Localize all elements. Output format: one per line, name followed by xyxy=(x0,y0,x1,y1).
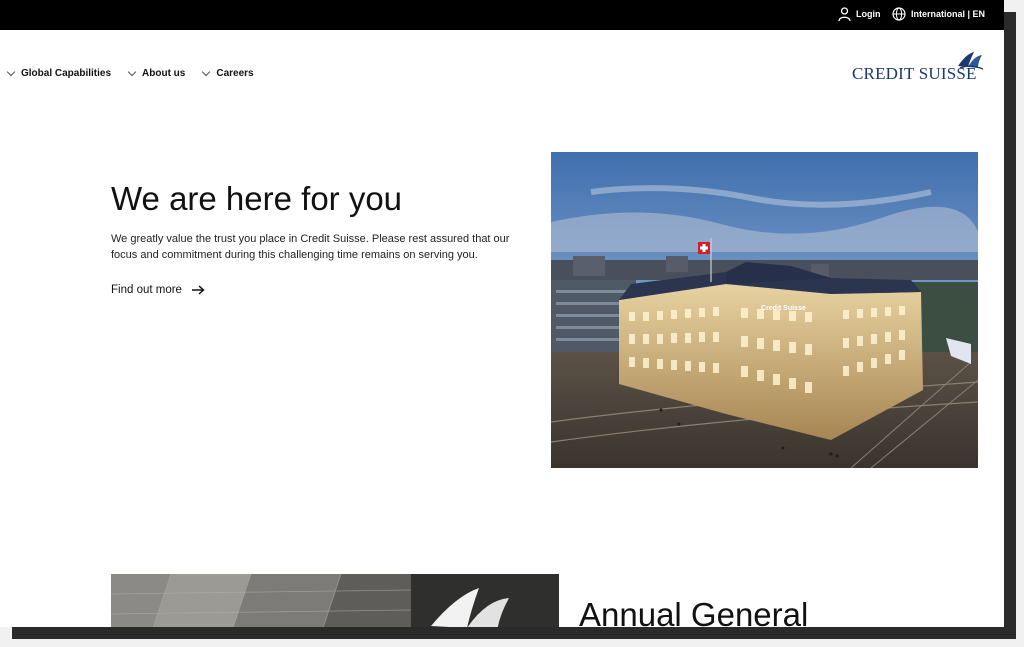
login-label: Login xyxy=(856,9,881,19)
nav-item-global-capabilities[interactable]: Global Capabilities xyxy=(6,67,112,79)
chevron-down-icon xyxy=(127,67,137,77)
link-label: Find out more xyxy=(111,284,182,296)
login-link[interactable]: Login xyxy=(838,7,881,21)
browser-page: Login International | EN Global Capabili… xyxy=(0,0,1004,627)
main-nav: Global Capabilities About us Careers xyxy=(6,67,254,79)
chevron-down-icon xyxy=(6,67,16,77)
nav-item-label: About us xyxy=(142,68,186,79)
headquarters-photo: Credit Suisse xyxy=(551,152,978,468)
nav-item-label: Global Capabilities xyxy=(21,68,112,79)
annual-general-meeting-title: Annual General xyxy=(579,596,809,627)
nav-item-about-us[interactable]: About us xyxy=(127,67,186,79)
logo-text: CREDIT SUISSE xyxy=(852,64,977,83)
region-selector[interactable]: International | EN xyxy=(892,7,985,21)
nav-item-label: Careers xyxy=(216,68,254,79)
globe-icon xyxy=(892,7,906,21)
credit-suisse-logo[interactable]: CREDIT SUISSE xyxy=(852,52,984,84)
chevron-down-icon xyxy=(202,67,211,77)
region-label: International | EN xyxy=(911,9,986,19)
nav-item-careers[interactable]: Careers xyxy=(202,67,254,79)
photo-caption: Credit Suisse xyxy=(761,305,806,312)
find-out-more-link[interactable]: Find out more xyxy=(111,284,205,296)
arrow-right-icon xyxy=(191,285,205,295)
hero-description: We greatly value the trust you place in … xyxy=(111,233,510,261)
annual-general-meeting-photo xyxy=(111,574,559,627)
hero-title: We are here for you xyxy=(111,180,403,217)
user-icon xyxy=(838,7,851,21)
top-utility-bar: Login International | EN xyxy=(0,0,1004,30)
